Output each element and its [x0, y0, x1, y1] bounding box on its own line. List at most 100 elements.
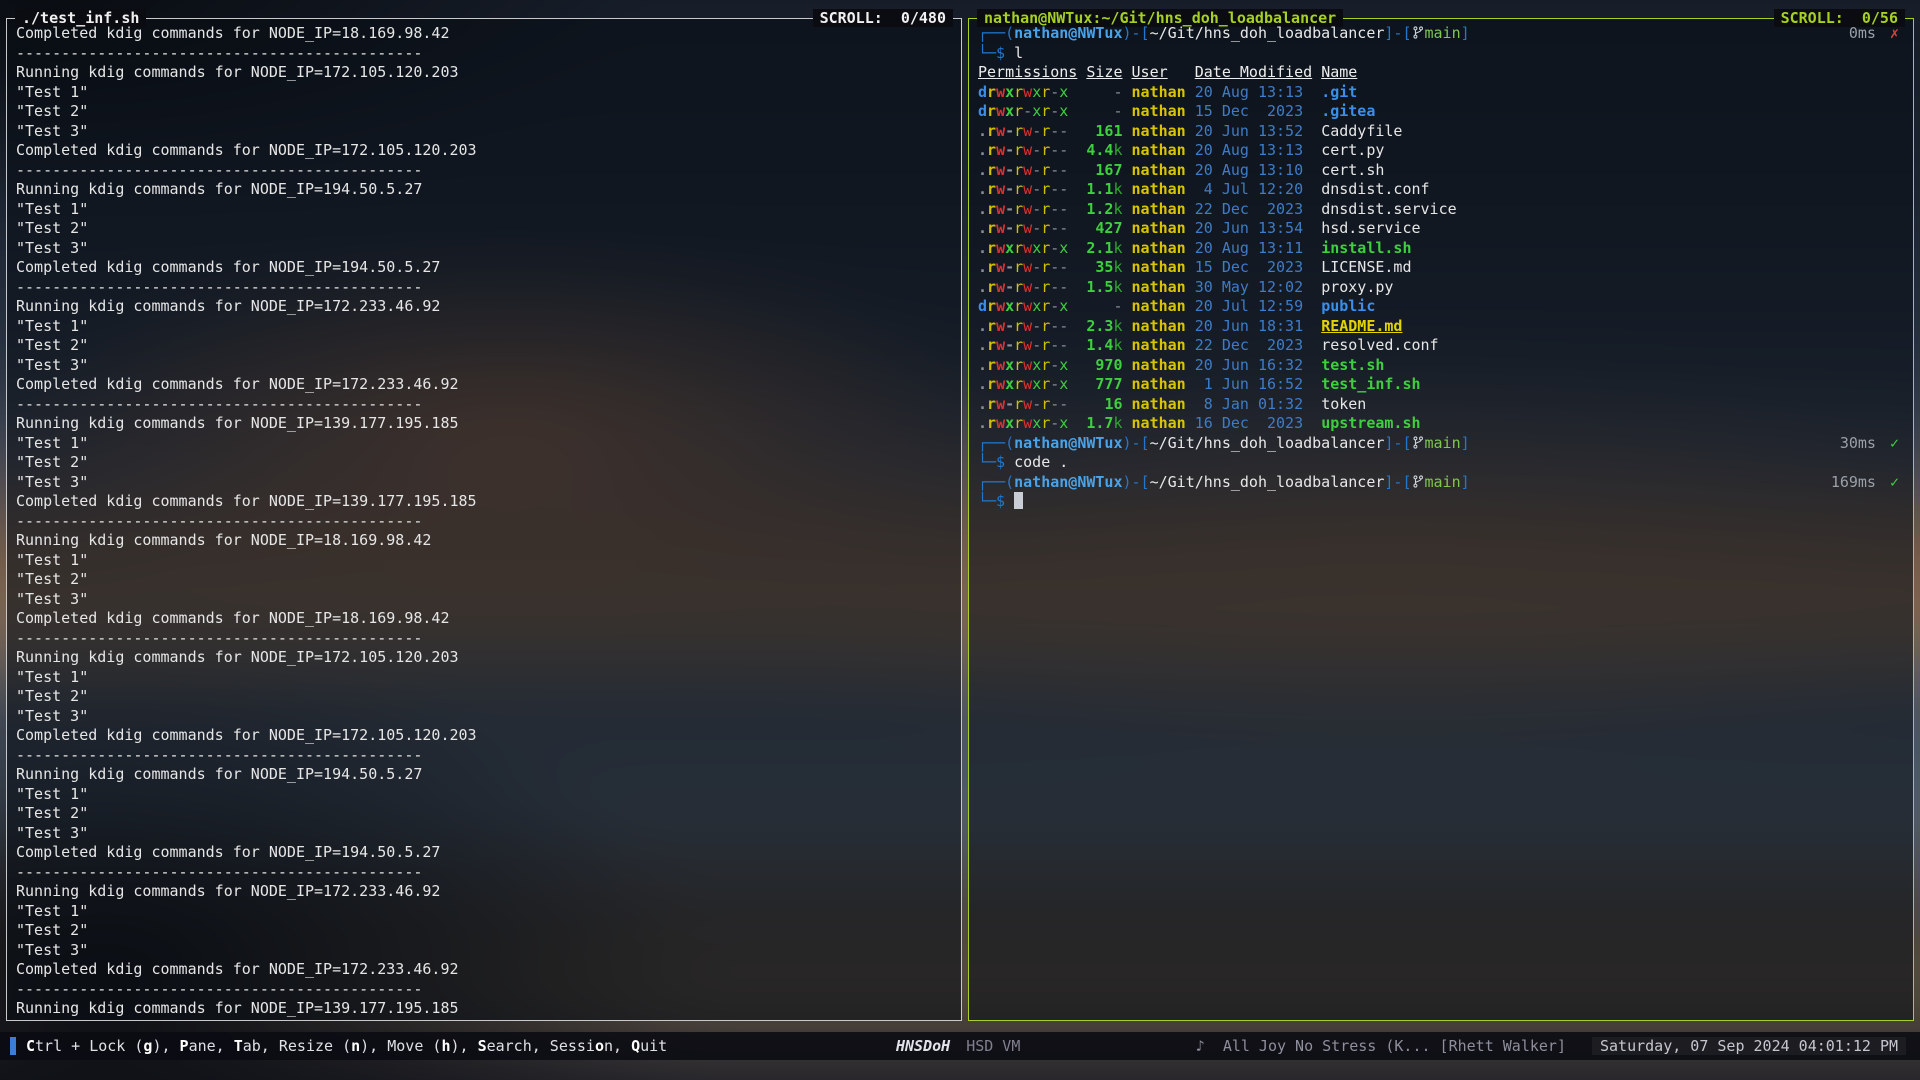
terminal-output-line: "Test 3" — [16, 590, 957, 610]
file-permissions: .rw-rw-r-- — [978, 180, 1068, 198]
file-name: hsd.service — [1321, 219, 1420, 237]
terminal-output-line: "Test 2" — [16, 804, 957, 824]
terminal-output-line: "Test 2" — [16, 453, 957, 473]
file-permissions: drwxr-xr-x — [978, 102, 1068, 120]
prompt-command-line[interactable]: └─$ code . — [978, 453, 1909, 473]
terminal-output-line: Running kdig commands for NODE_IP=172.23… — [16, 297, 957, 317]
file-name: test.sh — [1321, 356, 1384, 374]
terminal-output-line: "Test 1" — [16, 200, 957, 220]
terminal-output-line: Running kdig commands for NODE_IP=172.10… — [16, 648, 957, 668]
prompt-command-line[interactable]: └─$ — [978, 492, 1909, 512]
file-permissions: .rwxrwxr-x — [978, 414, 1068, 432]
terminal-screen: ./test_inf.sh SCROLL: 0/480 Completed kd… — [0, 0, 1920, 1080]
file-row: .rw-rw-r-- 16 nathan 8 Jan 01:32 token — [978, 395, 1909, 415]
terminal-output-line: Running kdig commands for NODE_IP=139.17… — [16, 999, 957, 1019]
file-name: upstream.sh — [1321, 414, 1420, 432]
file-row: .rw-rw-r-- 4.4k nathan 20 Aug 13:13 cert… — [978, 141, 1909, 161]
app-name: HNSDoH — [896, 1037, 950, 1055]
status-accent-bar — [10, 1037, 16, 1055]
terminal-output-right: ┌──(nathan@NWTux)-[~/Git/hns_doh_loadbal… — [969, 19, 1913, 1020]
terminal-output-line: "Test 2" — [16, 219, 957, 239]
command-timing-indicator: 169ms✓ — [1831, 473, 1899, 493]
file-row: drwxr-xr-x - nathan 15 Dec 2023 .gitea — [978, 102, 1909, 122]
file-name: test_inf.sh — [1321, 375, 1420, 393]
terminal-output-line: "Test 3" — [16, 356, 957, 376]
file-permissions: .rwxrwxr-x — [978, 375, 1068, 393]
file-row: drwxrwxr-x - nathan 20 Jul 12:59 public — [978, 297, 1909, 317]
file-row: .rw-rw-r-- 2.3k nathan 20 Jun 18:31 READ… — [978, 317, 1909, 337]
music-note-icon: ♪ — [1196, 1037, 1205, 1055]
file-name: resolved.conf — [1321, 336, 1438, 354]
terminal-output-line: "Test 3" — [16, 122, 957, 142]
terminal-output-line: "Test 3" — [16, 473, 957, 493]
prompt-header-line: ┌──(nathan@NWTux)-[~/Git/hns_doh_loadbal… — [978, 434, 1909, 454]
pane-test-inf-script[interactable]: ./test_inf.sh SCROLL: 0/480 Completed kd… — [6, 18, 962, 1021]
file-permissions: .rw-rw-r-- — [978, 395, 1068, 413]
file-permissions: .rw-rw-r-- — [978, 219, 1068, 237]
command-timing-indicator: 30ms✓ — [1840, 434, 1899, 454]
file-row: .rw-rw-r-- 1.4k nathan 22 Dec 2023 resol… — [978, 336, 1909, 356]
terminal-output-line: ----------------------------------------… — [16, 512, 957, 532]
terminal-output-line: Running kdig commands for NODE_IP=172.23… — [16, 882, 957, 902]
terminal-output-line: ----------------------------------------… — [16, 44, 957, 64]
terminal-output-line: "Test 1" — [16, 317, 957, 337]
file-row: .rw-rw-r-- 1.1k nathan 4 Jul 12:20 dnsdi… — [978, 180, 1909, 200]
file-name: Caddyfile — [1321, 122, 1402, 140]
terminal-output-line: "Test 2" — [16, 336, 957, 356]
git-branch-icon — [1412, 435, 1425, 456]
file-name: proxy.py — [1321, 278, 1393, 296]
file-row: .rwxrwxr-x 777 nathan 1 Jun 16:52 test_i… — [978, 375, 1909, 395]
pane-shell[interactable]: nathan@NWTux:~/Git/hns_doh_loadbalancer … — [968, 18, 1914, 1021]
listing-header: Permissions Size User Date Modified Name — [978, 63, 1909, 83]
file-row: .rwxrwxr-x 2.1k nathan 20 Aug 13:11 inst… — [978, 239, 1909, 259]
terminal-output-line: "Test 2" — [16, 570, 957, 590]
file-name: LICENSE.md — [1321, 258, 1411, 276]
clock: Saturday, 07 Sep 2024 04:01:12 PM — [1592, 1037, 1906, 1055]
now-playing[interactable]: ♪ All Joy No Stress (K... [Rhett Walker] — [1196, 1037, 1566, 1055]
terminal-output-line: "Test 1" — [16, 668, 957, 688]
file-name: token — [1321, 395, 1366, 413]
terminal-output-line: ----------------------------------------… — [16, 278, 957, 298]
file-permissions: .rw-rw-r-- — [978, 258, 1068, 276]
file-name: public — [1321, 297, 1375, 315]
prompt-command-line[interactable]: └─$ l — [978, 44, 1909, 64]
terminal-output-line: Completed kdig commands for NODE_IP=172.… — [16, 375, 957, 395]
terminal-output-line: Completed kdig commands for NODE_IP=139.… — [16, 492, 957, 512]
file-name: .gitea — [1321, 102, 1375, 120]
terminal-output-line: "Test 1" — [16, 551, 957, 571]
terminal-output-left: Completed kdig commands for NODE_IP=18.1… — [7, 19, 961, 1020]
terminal-output-line: ----------------------------------------… — [16, 863, 957, 883]
terminal-output-line: "Test 3" — [16, 824, 957, 844]
terminal-output-line: Completed kdig commands for NODE_IP=172.… — [16, 726, 957, 746]
terminal-output-line: Running kdig commands for NODE_IP=18.169… — [16, 531, 957, 551]
file-name: cert.py — [1321, 141, 1384, 159]
terminal-output-line: Completed kdig commands for NODE_IP=172.… — [16, 960, 957, 980]
file-permissions: .rwxrwxr-x — [978, 239, 1068, 257]
terminal-output-line: Running kdig commands for NODE_IP=172.10… — [16, 63, 957, 83]
git-branch-icon — [1412, 25, 1425, 46]
terminal-output-line: Completed kdig commands for NODE_IP=194.… — [16, 258, 957, 278]
git-branch-icon — [1412, 474, 1425, 495]
status-bar: Ctrl + Lock (g), Pane, Tab, Resize (n), … — [0, 1032, 1920, 1060]
file-row: .rw-rw-r-- 161 nathan 20 Jun 13:52 Caddy… — [978, 122, 1909, 142]
file-permissions: .rw-rw-r-- — [978, 122, 1068, 140]
terminal-output-line: "Test 1" — [16, 83, 957, 103]
file-row: .rwxrwxr-x 1.7k nathan 16 Dec 2023 upstr… — [978, 414, 1909, 434]
file-permissions: .rw-rw-r-- — [978, 161, 1068, 179]
file-permissions: .rw-rw-r-- — [978, 317, 1068, 335]
terminal-output-line: ----------------------------------------… — [16, 161, 957, 181]
terminal-output-line: "Test 2" — [16, 102, 957, 122]
file-row: .rw-rw-r-- 427 nathan 20 Jun 13:54 hsd.s… — [978, 219, 1909, 239]
terminal-output-line: "Test 2" — [16, 687, 957, 707]
file-row: .rw-rw-r-- 1.5k nathan 30 May 12:02 prox… — [978, 278, 1909, 298]
file-row: .rwxrwxr-x 970 nathan 20 Jun 16:32 test.… — [978, 356, 1909, 376]
file-name: cert.sh — [1321, 161, 1384, 179]
terminal-output-line: Completed kdig commands for NODE_IP=18.1… — [16, 24, 957, 44]
file-permissions: drwxrwxr-x — [978, 297, 1068, 315]
file-name: dnsdist.service — [1321, 200, 1456, 218]
prompt-header-line: ┌──(nathan@NWTux)-[~/Git/hns_doh_loadbal… — [978, 473, 1909, 493]
terminal-output-line: ----------------------------------------… — [16, 980, 957, 1000]
file-name: dnsdist.conf — [1321, 180, 1429, 198]
file-name: .git — [1321, 83, 1357, 101]
file-permissions: .rw-rw-r-- — [978, 200, 1068, 218]
